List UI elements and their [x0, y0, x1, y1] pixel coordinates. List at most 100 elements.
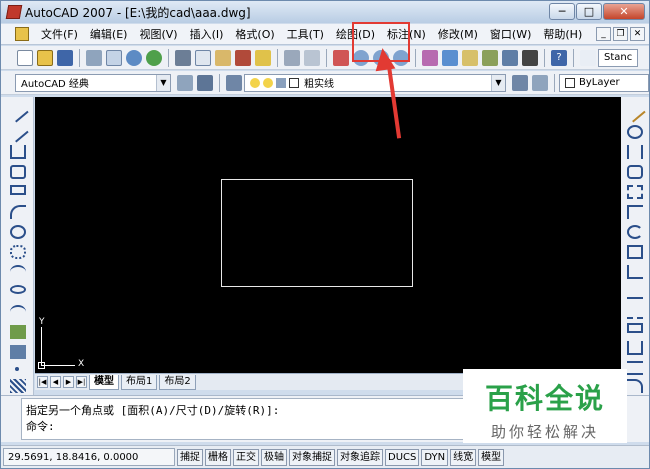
extend-icon[interactable]: [627, 305, 643, 319]
first-tab-button[interactable]: |◀: [37, 376, 48, 388]
polyline-icon[interactable]: [10, 145, 26, 159]
color-combo[interactable]: ByLayer: [559, 73, 649, 92]
offset-icon[interactable]: [627, 165, 643, 179]
rectangle-icon[interactable]: [10, 185, 26, 195]
array-icon[interactable]: [627, 185, 643, 199]
cut-icon[interactable]: [175, 49, 191, 66]
prev-tab-button[interactable]: ◀: [50, 376, 61, 388]
match-properties-icon[interactable]: [235, 49, 251, 66]
calculator-icon[interactable]: [522, 49, 538, 66]
text-style-combo[interactable]: Stanc: [598, 48, 638, 67]
menu-edit[interactable]: 编辑(E): [84, 25, 134, 44]
ellipse-arc-icon[interactable]: [10, 305, 26, 319]
ducs-toggle[interactable]: DUCS: [385, 448, 420, 466]
close-button[interactable]: ✕: [603, 3, 645, 20]
next-tab-button[interactable]: ▶: [63, 376, 74, 388]
construction-line-icon[interactable]: [7, 121, 29, 143]
open-folder-icon[interactable]: [37, 49, 53, 66]
menu-tools[interactable]: 工具(T): [281, 25, 330, 44]
workspace-combo[interactable]: AutoCAD 经典 ▼: [15, 73, 171, 92]
ellipse-icon[interactable]: [10, 285, 26, 294]
stretch-icon[interactable]: [627, 265, 643, 279]
revision-cloud-icon[interactable]: [10, 245, 26, 259]
workspace-save-icon[interactable]: [197, 74, 213, 91]
arc-icon[interactable]: [10, 205, 26, 219]
design-center-icon[interactable]: [442, 49, 458, 66]
rotate-icon[interactable]: [627, 225, 643, 239]
last-tab-button[interactable]: ▶|: [76, 376, 87, 388]
tool-palettes-icon[interactable]: [462, 49, 478, 66]
spline-icon[interactable]: [10, 265, 26, 279]
hatch-icon[interactable]: [10, 379, 26, 393]
maximize-button[interactable]: □: [576, 3, 602, 20]
block-editor-icon[interactable]: [255, 49, 271, 66]
doc-minimize-button[interactable]: _: [596, 27, 611, 41]
print-icon[interactable]: [86, 49, 102, 66]
sheet-set-icon[interactable]: [482, 49, 498, 66]
menu-file[interactable]: 文件(F): [35, 25, 84, 44]
menu-help[interactable]: 帮助(H): [537, 25, 588, 44]
layer-previous-icon[interactable]: [532, 74, 548, 91]
lineweight-toggle[interactable]: 线宽: [450, 448, 477, 466]
coordinate-readout[interactable]: 29.5691, 18.8416, 0.0000: [3, 448, 175, 466]
insert-block-icon[interactable]: [10, 325, 26, 339]
osnap-toggle[interactable]: 对象捕捉: [289, 448, 335, 466]
layer-combo[interactable]: 粗实线 ▼: [244, 73, 506, 92]
markup-icon[interactable]: [502, 49, 518, 66]
dyn-toggle[interactable]: DYN: [421, 448, 449, 466]
text-style-icon[interactable]: [580, 49, 596, 66]
make-layer-current-icon[interactable]: [512, 74, 528, 91]
properties-icon[interactable]: [422, 49, 438, 66]
trim-icon[interactable]: [627, 285, 643, 299]
doc-restore-button[interactable]: ❐: [613, 27, 628, 41]
save-icon[interactable]: [57, 49, 73, 66]
plot-preview-icon[interactable]: [106, 49, 122, 66]
document-icon[interactable]: [15, 27, 29, 41]
snap-toggle[interactable]: 捕捉: [177, 448, 203, 466]
3d-dwf-icon[interactable]: [146, 49, 162, 66]
ortho-toggle[interactable]: 正交: [233, 448, 259, 466]
otrack-toggle[interactable]: 对象追踪: [337, 448, 383, 466]
doc-close-button[interactable]: ✕: [630, 27, 645, 41]
break-icon[interactable]: [627, 323, 643, 333]
drawing-canvas[interactable]: Y X: [35, 97, 621, 373]
menu-window[interactable]: 窗口(W): [484, 25, 537, 44]
polar-toggle[interactable]: 极轴: [261, 448, 287, 466]
model-toggle[interactable]: 模型: [478, 448, 505, 466]
chevron-down-icon[interactable]: ▼: [156, 74, 170, 91]
paste-icon[interactable]: [215, 49, 231, 66]
minimize-button[interactable]: ─: [549, 3, 575, 20]
help-icon[interactable]: ?: [551, 49, 567, 66]
erase-icon[interactable]: [624, 101, 646, 123]
layer-manager-icon[interactable]: [226, 74, 242, 91]
fillet-icon[interactable]: [627, 379, 643, 393]
menu-modify[interactable]: 修改(M): [432, 25, 484, 44]
workspace-settings-icon[interactable]: [177, 74, 193, 91]
copy-icon[interactable]: [195, 49, 211, 66]
menu-insert[interactable]: 插入(I): [184, 25, 230, 44]
chevron-down-icon[interactable]: ▼: [491, 74, 505, 91]
copy-object-icon[interactable]: [627, 125, 643, 139]
tab-model[interactable]: 模型: [89, 374, 119, 390]
new-file-icon[interactable]: [17, 49, 33, 66]
drawn-rectangle[interactable]: [221, 179, 413, 287]
grid-toggle[interactable]: 栅格: [205, 448, 231, 466]
chamfer-icon[interactable]: [627, 361, 643, 375]
join-icon[interactable]: [627, 341, 643, 355]
undo-icon[interactable]: [284, 49, 300, 66]
mirror-icon[interactable]: [627, 145, 643, 159]
publish-icon[interactable]: [126, 49, 142, 66]
pan-icon[interactable]: [333, 49, 349, 66]
circle-icon[interactable]: [10, 225, 26, 239]
line-icon[interactable]: [7, 101, 29, 123]
redo-icon[interactable]: [304, 49, 320, 66]
make-block-icon[interactable]: [10, 345, 26, 359]
scale-icon[interactable]: [627, 245, 643, 259]
tab-layout1[interactable]: 布局1: [121, 374, 158, 390]
menu-view[interactable]: 视图(V): [133, 25, 183, 44]
tab-layout2[interactable]: 布局2: [159, 374, 196, 390]
move-icon[interactable]: [627, 205, 643, 219]
menu-format[interactable]: 格式(O): [229, 25, 280, 44]
polygon-icon[interactable]: [10, 165, 26, 179]
point-icon[interactable]: [15, 367, 19, 371]
